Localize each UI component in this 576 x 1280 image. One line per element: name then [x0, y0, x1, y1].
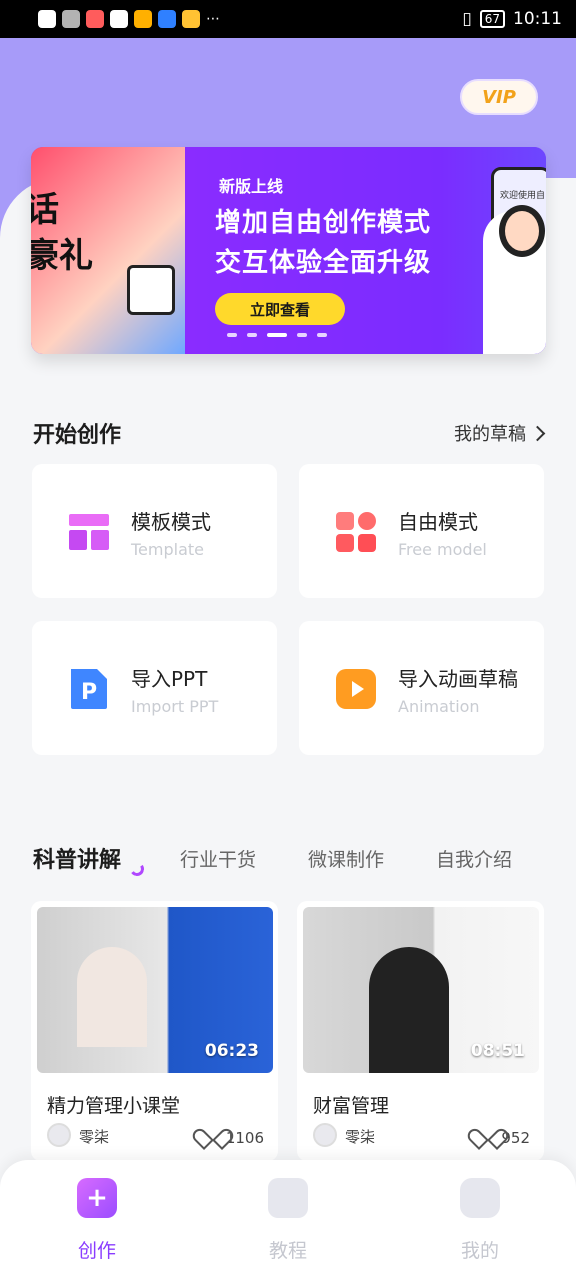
profile-icon	[460, 1178, 500, 1218]
banner-tag: 新版上线	[219, 177, 284, 196]
app-notification-icon	[86, 10, 104, 28]
banner-pagination	[227, 333, 327, 337]
tab-self-intro[interactable]: 自我介绍	[436, 845, 512, 872]
promo-banner[interactable]: 话 豪礼 新版上线 增加自由创作模式 交互体验全面升级 立即查看 欢迎使用自	[31, 147, 546, 354]
category-tabs: 科普讲解 行业干货 微课制作 自我介绍	[33, 842, 543, 878]
chevron-right-icon	[529, 425, 546, 441]
banner-cta-button[interactable]: 立即查看	[215, 293, 345, 325]
my-drafts-link[interactable]: 我的草稿	[454, 420, 546, 446]
video-duration: 08:51	[470, 1041, 525, 1061]
weibo-icon	[134, 10, 152, 28]
animation-icon	[336, 669, 376, 709]
author-avatar	[47, 1123, 71, 1147]
alert-icon	[38, 10, 56, 28]
nav-tutorial[interactable]: 教程	[233, 1178, 343, 1268]
template-mode-card[interactable]: 模板模式 Template	[32, 464, 277, 598]
card-subtitle: Import PPT	[131, 697, 219, 716]
banner-subheadline: 交互体验全面升级	[215, 248, 432, 278]
app-notification-icon	[182, 10, 200, 28]
vip-button[interactable]: VIP	[460, 79, 538, 115]
banner-headline: 增加自由创作模式	[215, 208, 432, 238]
app-notification-icon	[110, 10, 128, 28]
svg-text:P: P	[81, 680, 97, 705]
presenter-image	[369, 947, 449, 1073]
like-count[interactable]: 1106	[202, 1129, 264, 1147]
section-title: 开始创作	[33, 423, 122, 448]
template-icon	[69, 514, 109, 550]
tab-science[interactable]: 科普讲解	[33, 842, 121, 874]
battery-indicator: 67	[479, 10, 505, 28]
ppt-icon: P	[71, 669, 107, 709]
video-duration: 06:23	[204, 1041, 259, 1061]
banner-main-slide: 新版上线 增加自由创作模式 交互体验全面升级 立即查看 欢迎使用自	[185, 147, 546, 354]
status-bar: ⋯ ▯ 67 10:11	[0, 0, 576, 38]
heart-icon	[202, 1130, 220, 1146]
card-subtitle: Template	[131, 540, 205, 559]
pagination-dot	[247, 333, 257, 337]
pagination-dot	[227, 333, 237, 337]
nav-label: 我的	[460, 1240, 499, 1262]
free-mode-icon	[336, 512, 376, 552]
import-ppt-card[interactable]: P 导入PPT Import PPT	[32, 621, 277, 755]
nav-label: 创作	[77, 1240, 116, 1262]
like-count[interactable]: 952	[477, 1129, 530, 1147]
pagination-dot	[317, 333, 327, 337]
banner-side-slide: 话 豪礼	[31, 147, 185, 354]
author-name: 零柒	[345, 1128, 376, 1146]
more-notifications-icon: ⋯	[206, 11, 220, 27]
nav-label: 教程	[268, 1240, 307, 1262]
status-icons-left: ⋯	[38, 10, 220, 28]
nav-create[interactable]: + 创作	[42, 1178, 152, 1268]
video-thumbnail[interactable]: 08:51	[303, 907, 539, 1073]
pagination-dot-active	[267, 333, 287, 337]
status-icons-right: ▯ 67 10:11	[462, 9, 562, 29]
video-thumbnail[interactable]: 06:23	[37, 907, 273, 1073]
video-card[interactable]: 06:23 精力管理小课堂 零柒 1106	[31, 901, 278, 1161]
tutorial-icon	[268, 1178, 308, 1218]
tab-industry[interactable]: 行业干货	[180, 845, 256, 872]
heart-icon	[477, 1130, 495, 1146]
card-title: 导入PPT	[131, 667, 208, 691]
banner-side-text: 话 豪礼	[31, 190, 93, 276]
author-name: 零柒	[79, 1128, 110, 1146]
create-icon: +	[77, 1178, 117, 1218]
card-subtitle: Free model	[398, 540, 487, 559]
free-mode-card[interactable]: 自由模式 Free model	[299, 464, 544, 598]
mascot-image	[127, 265, 175, 315]
presenter-image	[483, 205, 546, 354]
wifi-icon	[62, 10, 80, 28]
import-animation-card[interactable]: 导入动画草稿 Animation	[299, 621, 544, 755]
app-notification-icon	[158, 10, 176, 28]
phone-text: 欢迎使用自	[500, 191, 546, 201]
card-title: 模板模式	[131, 510, 211, 534]
video-title: 财富管理	[313, 1095, 390, 1117]
nav-profile[interactable]: 我的	[425, 1178, 535, 1268]
card-subtitle: Animation	[398, 697, 480, 716]
video-card[interactable]: 08:51 财富管理 零柒 952	[297, 901, 544, 1161]
pagination-dot	[297, 333, 307, 337]
clock: 10:11	[513, 9, 562, 29]
tab-micro-course[interactable]: 微课制作	[308, 845, 384, 872]
card-title: 自由模式	[398, 510, 478, 534]
bottom-navigation: + 创作 教程 我的	[0, 1160, 576, 1280]
video-title: 精力管理小课堂	[47, 1095, 181, 1117]
presenter-image	[77, 947, 147, 1047]
my-drafts-label: 我的草稿	[454, 424, 526, 445]
author-avatar	[313, 1123, 337, 1147]
create-section-header: 开始创作 我的草稿	[33, 416, 546, 450]
active-tab-indicator	[128, 860, 146, 878]
vibrate-icon: ▯	[462, 9, 472, 29]
card-title: 导入动画草稿	[398, 667, 518, 691]
